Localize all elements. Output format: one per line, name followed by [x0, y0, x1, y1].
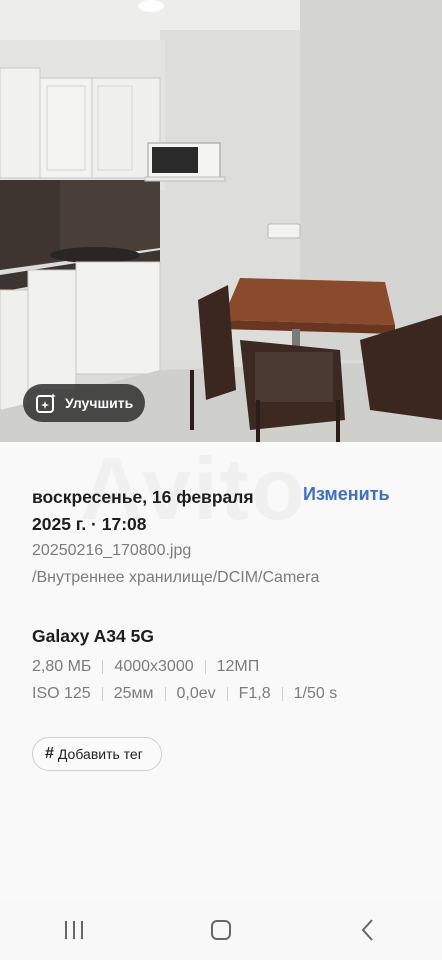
file-name: 20250216_170800.jpg: [32, 542, 192, 559]
shutter-speed: 1/50 s: [293, 685, 338, 702]
home-icon: [210, 920, 231, 940]
sparkle-icon: [35, 392, 57, 414]
enhance-button[interactable]: Улучшить: [23, 384, 145, 422]
add-tag-button[interactable]: # Добавить тег: [32, 737, 162, 771]
file-specs-row: 2,80 МБ 4000x3000 12МП: [32, 658, 259, 676]
system-nav-bar: [0, 900, 442, 960]
kitchen-photo: [0, 0, 442, 442]
resolution: 4000x3000: [114, 658, 194, 675]
edit-date-button[interactable]: Изменить: [303, 484, 390, 505]
file-path: /Внутреннее хранилище/DCIM/Camera: [32, 569, 320, 586]
back-button[interactable]: [338, 910, 398, 950]
focal-length: 25мм: [113, 685, 154, 702]
file-size: 2,80 МБ: [32, 658, 92, 675]
divider: [226, 687, 228, 701]
divider: [101, 687, 103, 701]
photo-preview[interactable]: Улучшить: [0, 0, 442, 442]
megapixels: 12МП: [216, 658, 260, 675]
iso-value: ISO 125: [32, 685, 91, 702]
back-icon: [361, 919, 374, 941]
recents-icon: [64, 921, 83, 939]
aperture: F1,8: [238, 685, 271, 702]
date-line-2: 2025 г. · 17:08: [32, 514, 147, 534]
date-line-1: воскресенье, 16 февраля: [32, 487, 254, 507]
camera-specs-row: ISO 125 25мм 0,0ev F1,8 1/50 s: [32, 685, 337, 703]
exposure-value: 0,0ev: [176, 685, 216, 702]
divider: [102, 660, 104, 674]
divider: [281, 687, 283, 701]
home-button[interactable]: [191, 910, 251, 950]
divider: [204, 660, 206, 674]
divider: [164, 687, 166, 701]
recents-button[interactable]: [44, 910, 104, 950]
hash-icon: #: [45, 745, 54, 762]
add-tag-label: Добавить тег: [57, 746, 143, 762]
enhance-label: Улучшить: [65, 395, 134, 411]
device-name: Galaxy A34 5G: [32, 626, 154, 646]
